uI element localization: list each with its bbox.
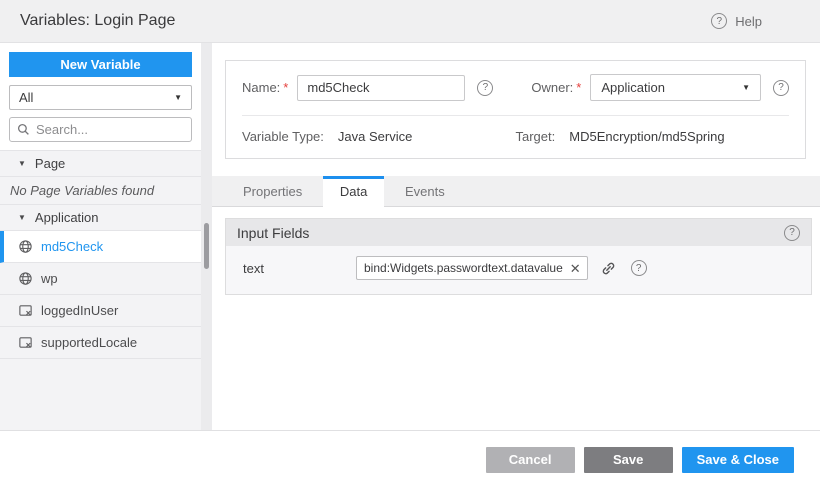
owner-select[interactable]: Application ▼ — [590, 74, 761, 101]
type-target-row: Variable Type: Java Service Target: MD5E… — [242, 129, 789, 144]
tab-data[interactable]: Data — [323, 176, 384, 207]
name-help-icon[interactable]: ? — [477, 80, 493, 96]
tree-group-application[interactable]: ▼ Application — [0, 205, 201, 231]
name-owner-row: Name:* ? Owner:* Application ▼ ? — [242, 74, 789, 101]
tree-group-page-label: Page — [35, 156, 65, 171]
target-value: MD5Encryption/md5Spring — [569, 129, 724, 144]
tree-group-application-label: Application — [35, 210, 99, 225]
sidebar-item-wp[interactable]: wp — [0, 263, 201, 295]
variables-tree: ▼ Page No Page Variables found ▼ Applica… — [0, 150, 201, 430]
tree-group-page[interactable]: ▼ Page — [0, 151, 201, 177]
owner-selected-value: Application — [601, 80, 665, 95]
search-icon — [17, 123, 30, 136]
tab-events[interactable]: Events — [388, 177, 462, 207]
variable-icon — [18, 303, 33, 318]
input-fields-body: text bind:Widgets.passwordtext.datavalue… — [226, 246, 811, 294]
collapse-arrow-icon: ▼ — [18, 159, 26, 168]
input-fields-panel: Input Fields ? text bind:Widgets.passwor… — [225, 218, 812, 295]
variable-item-label: loggedInUser — [41, 303, 118, 318]
variable-item-label: wp — [41, 271, 58, 286]
caret-down-icon: ▼ — [742, 83, 750, 92]
input-field-row: text bind:Widgets.passwordtext.datavalue… — [226, 256, 811, 280]
variable-icon — [18, 335, 33, 350]
variables-sidebar: New Variable All ▼ ▼ Page No Page Variab… — [0, 43, 201, 430]
input-fields-help-icon[interactable]: ? — [784, 225, 800, 241]
name-field[interactable] — [297, 75, 465, 101]
owner-help-icon[interactable]: ? — [773, 80, 789, 96]
owner-label: Owner:* — [531, 80, 581, 95]
globe-icon — [18, 239, 33, 254]
dialog-header: Variables: Login Page ? Help — [0, 0, 820, 43]
variable-summary-card: Name:* ? Owner:* Application ▼ ? Variabl… — [225, 60, 806, 159]
required-marker: * — [283, 80, 288, 95]
detail-tabs: Properties Data Events — [212, 176, 820, 207]
variable-item-label: md5Check — [41, 239, 103, 254]
required-marker: * — [576, 80, 581, 95]
sidebar-scrollbar[interactable] — [201, 43, 212, 430]
clear-bind-icon[interactable]: ✕ — [570, 262, 581, 275]
variable-type-label: Variable Type: — [242, 129, 324, 144]
scrollbar-thumb[interactable] — [204, 223, 209, 269]
caret-down-icon: ▼ — [174, 93, 182, 102]
sidebar-item-loggedinuser[interactable]: loggedInUser — [0, 295, 201, 327]
search-input[interactable] — [36, 122, 184, 137]
variable-detail-panel: Name:* ? Owner:* Application ▼ ? Variabl… — [212, 43, 820, 430]
sidebar-controls: New Variable All ▼ — [0, 43, 201, 150]
cancel-button[interactable]: Cancel — [486, 447, 575, 473]
bind-expression-value: bind:Widgets.passwordtext.datavalue — [364, 261, 563, 275]
filter-selected-value: All — [19, 90, 33, 105]
tab-properties[interactable]: Properties — [226, 177, 319, 207]
link-icon[interactable] — [600, 260, 617, 277]
save-and-close-button[interactable]: Save & Close — [682, 447, 794, 473]
page-variables-empty-text: No Page Variables found — [0, 177, 201, 205]
input-fields-header: Input Fields ? — [226, 219, 811, 246]
variable-type-value: Java Service — [338, 129, 412, 144]
variables-dialog: Variables: Login Page ? Help New Variabl… — [0, 0, 820, 488]
collapse-arrow-icon: ▼ — [18, 213, 26, 222]
field-label-text: text — [243, 261, 356, 276]
help-circle-icon: ? — [711, 13, 727, 29]
bind-expression-field[interactable]: bind:Widgets.passwordtext.datavalue ✕ — [356, 256, 588, 280]
sidebar-item-md5check[interactable]: md5Check — [0, 231, 201, 263]
variable-item-label: supportedLocale — [41, 335, 137, 350]
card-divider — [242, 115, 789, 116]
input-fields-title: Input Fields — [237, 225, 784, 241]
sidebar-item-supportedlocale[interactable]: supportedLocale — [0, 327, 201, 359]
dialog-footer: Cancel Save Save & Close — [0, 430, 820, 488]
name-label: Name:* — [242, 80, 288, 95]
search-box[interactable] — [9, 117, 192, 142]
page-title: Variables: Login Page — [20, 12, 711, 30]
target-label: Target: — [516, 129, 556, 144]
globe-icon — [18, 271, 33, 286]
help-button[interactable]: ? Help — [711, 13, 762, 29]
help-label: Help — [735, 14, 762, 29]
field-help-icon[interactable]: ? — [631, 260, 647, 276]
save-button[interactable]: Save — [584, 447, 673, 473]
new-variable-button[interactable]: New Variable — [9, 52, 192, 77]
variable-filter-select[interactable]: All ▼ — [9, 85, 192, 110]
